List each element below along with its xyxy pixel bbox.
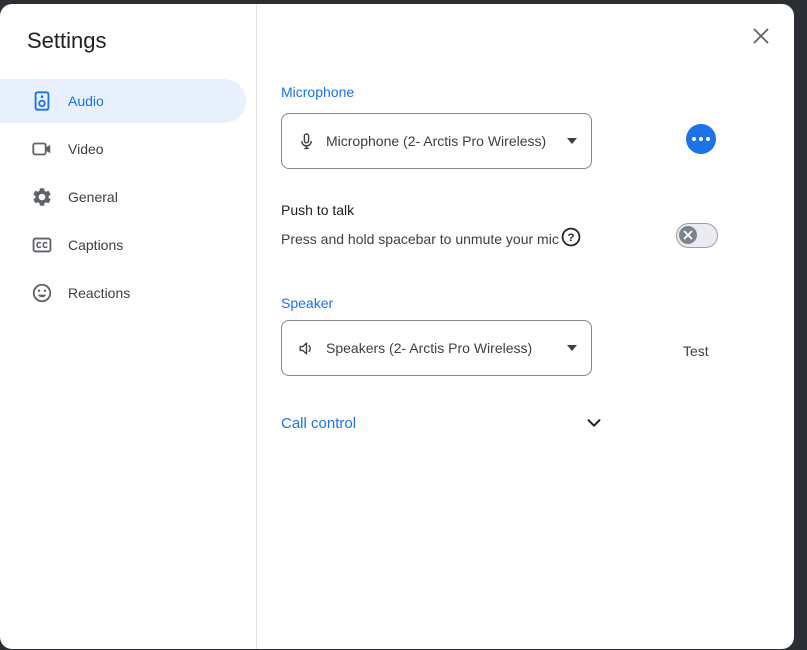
audio-settings-panel: Microphone Microphone (2- Arctis Pro Wir… — [257, 4, 794, 649]
microphone-selected-device: Microphone (2- Arctis Pro Wireless) — [326, 133, 561, 149]
sidebar-item-reactions[interactable]: Reactions — [0, 269, 256, 317]
dialog-title: Settings — [27, 28, 107, 54]
sidebar-item-captions[interactable]: Captions — [0, 221, 256, 269]
mic-level-indicator — [686, 124, 716, 154]
smiley-icon — [30, 281, 54, 305]
sidebar-item-video[interactable]: Video — [0, 125, 256, 173]
push-to-talk-title: Push to talk — [281, 202, 354, 218]
speaker-box-icon — [30, 89, 54, 113]
microphone-icon — [297, 132, 316, 151]
settings-dialog: Settings Audio — [0, 4, 794, 649]
sidebar-item-label: Reactions — [68, 285, 130, 301]
call-control-expander[interactable]: Call control — [281, 414, 603, 432]
toggle-thumb-off-icon — [679, 226, 697, 244]
speaker-test-button[interactable]: Test — [681, 339, 711, 363]
microphone-device-select[interactable]: Microphone (2- Arctis Pro Wireless) — [281, 113, 592, 169]
push-to-talk-toggle[interactable] — [676, 223, 718, 248]
help-icon: ? — [560, 226, 582, 248]
settings-sidebar: Settings Audio — [0, 4, 257, 649]
speaker-icon — [297, 339, 316, 358]
sidebar-item-label: Audio — [68, 93, 104, 109]
closed-captions-icon — [30, 233, 54, 257]
speaker-device-select[interactable]: Speakers (2- Arctis Pro Wireless) — [281, 320, 592, 376]
push-to-talk-description: Press and hold spacebar to unmute your m… — [281, 227, 561, 251]
chevron-down-icon — [585, 414, 603, 432]
speaker-section-label: Speaker — [281, 295, 333, 311]
sidebar-item-label: Captions — [68, 237, 123, 253]
speaker-selected-device: Speakers (2- Arctis Pro Wireless) — [326, 340, 561, 356]
sidebar-item-general[interactable]: General — [0, 173, 256, 221]
videocam-icon — [30, 137, 54, 161]
push-to-talk-help-button[interactable]: ? — [560, 226, 582, 248]
settings-nav: Audio Video Gener — [0, 77, 256, 317]
call-control-label: Call control — [281, 415, 356, 432]
sidebar-item-label: General — [68, 189, 118, 205]
sidebar-item-audio[interactable]: Audio — [0, 77, 256, 125]
sidebar-item-label: Video — [68, 141, 104, 157]
svg-text:?: ? — [568, 232, 575, 244]
dropdown-arrow-icon — [567, 345, 577, 351]
dropdown-arrow-icon — [567, 138, 577, 144]
gear-icon — [30, 185, 54, 209]
microphone-section-label: Microphone — [281, 84, 354, 100]
